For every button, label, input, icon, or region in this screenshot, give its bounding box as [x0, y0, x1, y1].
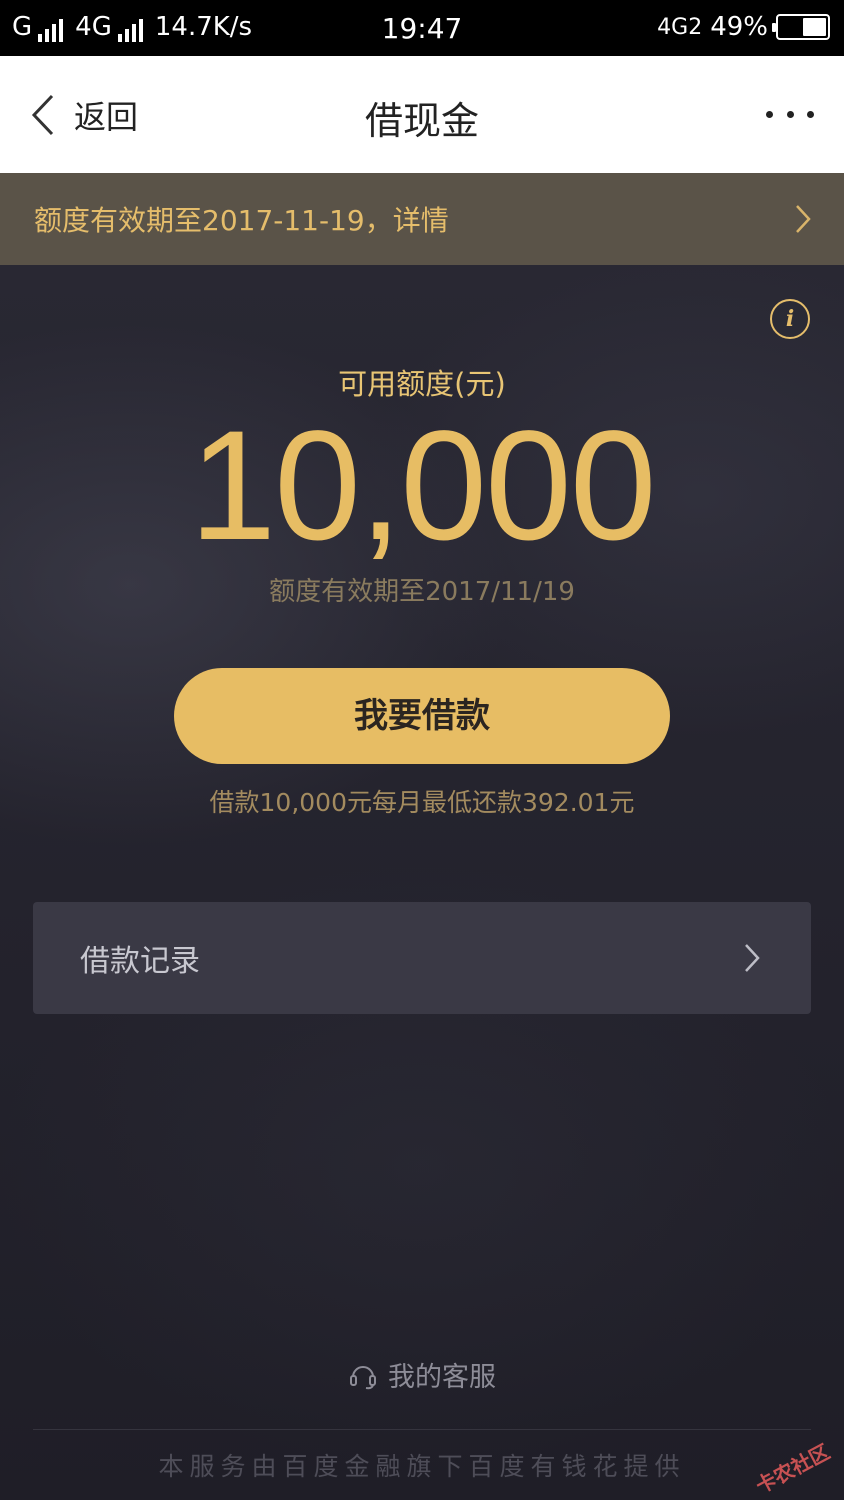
- more-dot-icon: [807, 110, 814, 118]
- battery-icon: [772, 14, 830, 40]
- loan-records-row[interactable]: 借款记录: [33, 902, 811, 1014]
- footer-provider-text: 本服务由百度金融旗下百度有钱花提供: [158, 1452, 686, 1481]
- headset-icon: [350, 1365, 376, 1389]
- more-dot-icon: [786, 110, 794, 118]
- chevron-right-icon: [796, 205, 811, 233]
- available-credit-amount: 10,000: [189, 399, 656, 573]
- validity-notice-banner[interactable]: 额度有效期至2017-11-19，详情: [0, 173, 844, 265]
- customer-service-label: 我的客服: [388, 1362, 496, 1393]
- status-right: 4G2 49%: [657, 12, 830, 42]
- loan-records-label: 借款记录: [80, 944, 200, 979]
- network-type: 4G2: [657, 14, 703, 40]
- status-bar: G 4G 14.7K/s 19:47 4G2 49%: [0, 0, 844, 56]
- chevron-right-icon: [745, 944, 760, 972]
- battery-percent: 49%: [710, 12, 768, 42]
- notice-text: 额度有效期至2017-11-19，详情: [34, 204, 449, 237]
- battery-fill: [803, 18, 826, 36]
- customer-service-link[interactable]: 我的客服: [0, 1355, 844, 1394]
- more-dot-icon: [766, 110, 773, 118]
- footer-divider: [33, 1429, 811, 1430]
- nav-bar: 返回 借现金: [0, 56, 844, 173]
- main-content: i 可用额度(元) 10,000 额度有效期至2017/11/19 我要借款 借…: [0, 265, 844, 1500]
- info-icon[interactable]: i: [770, 299, 810, 339]
- more-menu-button[interactable]: [766, 104, 814, 124]
- repayment-note: 借款10,000元每月最低还款392.01元: [209, 788, 635, 817]
- page-title: 借现金: [364, 99, 479, 143]
- borrow-button[interactable]: 我要借款: [174, 668, 670, 764]
- credit-expiry-text: 额度有效期至2017/11/19: [269, 577, 575, 607]
